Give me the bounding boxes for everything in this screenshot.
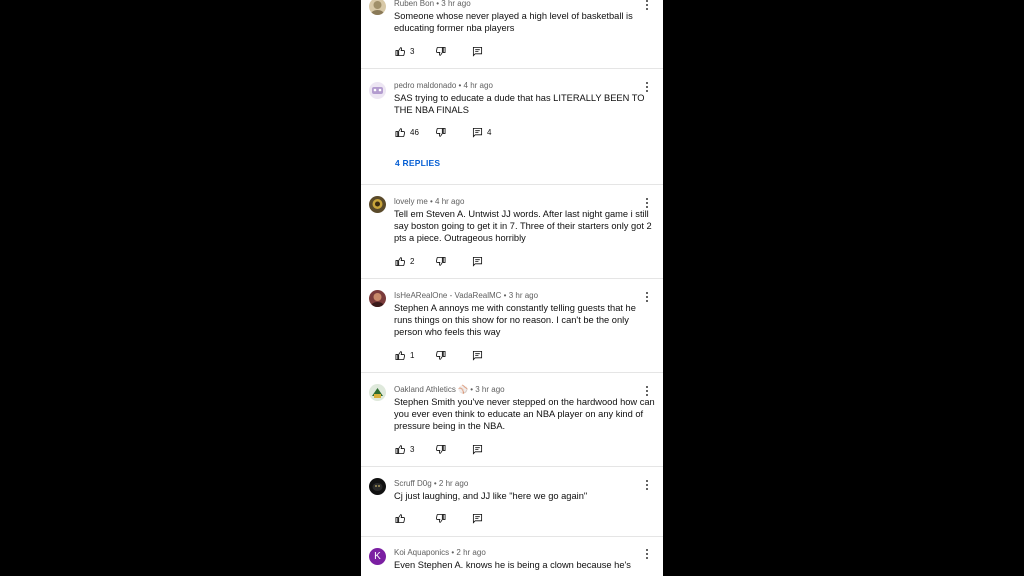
like-button[interactable]: 3 xyxy=(395,443,414,455)
author-name[interactable]: lovely me xyxy=(394,197,428,206)
avatar-letter: K xyxy=(374,551,381,562)
avatar[interactable] xyxy=(369,290,386,307)
comment-actions: 3 xyxy=(395,45,635,57)
dislike-button[interactable] xyxy=(435,126,446,138)
reply-icon xyxy=(472,350,483,361)
avatar[interactable] xyxy=(369,0,386,15)
reply-icon xyxy=(472,46,483,57)
comment-text: SAS trying to educate a dude that has LI… xyxy=(394,93,645,115)
reply-button[interactable]: 4 xyxy=(472,126,491,138)
comment-time: 3 hr ago xyxy=(475,385,505,394)
author-name[interactable]: Koi Aquaponics xyxy=(394,548,449,557)
like-button[interactable]: 2 xyxy=(395,255,414,267)
thumbs-up-icon xyxy=(395,513,405,523)
comment-item: Scruff D0g • 2 hr ago Cj just laughing, … xyxy=(361,466,663,537)
comment-text: Someone whose never played a high level … xyxy=(394,11,633,33)
like-count: 46 xyxy=(410,127,419,137)
thumbs-down-icon xyxy=(436,256,446,266)
comment-item: Ruben Bon • 3 hr ago Someone whose never… xyxy=(361,0,663,69)
comment-actions: 3 xyxy=(395,443,635,455)
comment-meta: Scruff D0g • 2 hr ago xyxy=(394,479,469,488)
like-button[interactable]: 1 xyxy=(395,349,414,361)
thumbs-up-icon xyxy=(395,444,405,454)
like-button[interactable]: 46 xyxy=(395,126,419,138)
comment-time: 3 hr ago xyxy=(508,291,539,300)
author-name[interactable]: pedro maldonado xyxy=(394,81,456,90)
reply-button[interactable] xyxy=(472,443,487,455)
comments-panel: Ruben Bon • 3 hr ago Someone whose never… xyxy=(361,0,663,576)
comment-actions: 2 xyxy=(395,255,635,267)
author-name[interactable]: IsHeARealOne - VadaRealMC xyxy=(394,291,501,300)
comment-text: Stephen Smith you've never stepped on th… xyxy=(394,397,655,431)
comment-time: 4 hr ago xyxy=(463,81,493,90)
avatar[interactable] xyxy=(369,478,386,495)
thumbs-down-icon xyxy=(436,46,446,56)
comment-meta: IsHeARealOne - VadaRealMC • 3 hr ago xyxy=(394,291,539,300)
comment-actions: 46 4 xyxy=(395,126,635,138)
like-count: 3 xyxy=(410,444,415,454)
comment-text: Cj just laughing, and JJ like "here we g… xyxy=(394,491,588,501)
comment-meta: Koi Aquaponics • 2 hr ago xyxy=(394,548,486,557)
dislike-button[interactable] xyxy=(435,349,446,361)
comment-item: lovely me • 4 hr ago Tell em Steven A. U… xyxy=(361,184,663,279)
comment-item: Oakland Athletics ⚾ • 3 hr ago Stephen S… xyxy=(361,372,663,467)
reply-button[interactable] xyxy=(472,255,487,267)
view-replies-link[interactable]: 4 REPLIES xyxy=(395,158,440,168)
avatar[interactable] xyxy=(369,384,386,401)
reply-icon xyxy=(472,127,483,138)
author-name[interactable]: Ruben Bon xyxy=(394,0,434,8)
avatar[interactable] xyxy=(369,196,386,213)
comment-time: 2 hr ago xyxy=(456,548,486,557)
like-count: 3 xyxy=(410,46,415,56)
comment-meta: lovely me • 4 hr ago xyxy=(394,197,465,206)
comment-text: Even Stephen A. knows he is being a clow… xyxy=(394,560,631,570)
avatar[interactable] xyxy=(369,82,386,99)
dislike-button[interactable] xyxy=(435,512,446,524)
dislike-button[interactable] xyxy=(435,443,446,455)
comment-text: Stephen A annoys me with constantly tell… xyxy=(394,303,636,337)
thumbs-down-icon xyxy=(436,350,446,360)
thumbs-up-icon xyxy=(395,127,405,137)
reply-button[interactable] xyxy=(472,45,487,57)
reply-icon xyxy=(472,513,483,524)
comment-time: 4 hr ago xyxy=(435,197,465,206)
reply-count: 4 xyxy=(487,127,492,137)
comment-item: IsHeARealOne - VadaRealMC • 3 hr ago Ste… xyxy=(361,278,663,373)
author-name[interactable]: Oakland Athletics ⚾ xyxy=(394,385,468,394)
like-count: 1 xyxy=(410,350,415,360)
comment-actions xyxy=(395,512,635,524)
thumbs-down-icon xyxy=(436,127,446,137)
comment-time: 2 hr ago xyxy=(438,479,469,488)
thumbs-up-icon xyxy=(395,256,405,266)
reply-button[interactable] xyxy=(472,512,487,524)
reply-icon xyxy=(472,256,483,267)
thumbs-up-icon xyxy=(395,350,405,360)
thumbs-down-icon xyxy=(436,513,446,523)
comment-meta: pedro maldonado • 4 hr ago xyxy=(394,81,493,90)
comment-item: pedro maldonado • 4 hr ago SAS trying to… xyxy=(361,68,663,185)
avatar[interactable]: K xyxy=(369,548,386,565)
like-button[interactable] xyxy=(395,512,410,524)
comment-text: Tell em Steven A. Untwist JJ words. Afte… xyxy=(394,209,652,243)
comment-item: K Koi Aquaponics • 2 hr ago Even Stephen… xyxy=(361,536,663,576)
like-count: 2 xyxy=(410,256,415,266)
dislike-button[interactable] xyxy=(435,45,446,57)
reply-icon xyxy=(472,444,483,455)
comment-meta: Ruben Bon • 3 hr ago xyxy=(394,0,471,8)
comment-meta: Oakland Athletics ⚾ • 3 hr ago xyxy=(394,385,505,394)
thumbs-down-icon xyxy=(436,444,446,454)
comment-actions: 1 xyxy=(395,349,635,361)
like-button[interactable]: 3 xyxy=(395,45,414,57)
author-name[interactable]: Scruff D0g xyxy=(394,479,432,488)
dislike-button[interactable] xyxy=(435,255,446,267)
comment-time: 3 hr ago xyxy=(441,0,471,8)
thumbs-up-icon xyxy=(395,46,405,56)
reply-button[interactable] xyxy=(472,349,487,361)
